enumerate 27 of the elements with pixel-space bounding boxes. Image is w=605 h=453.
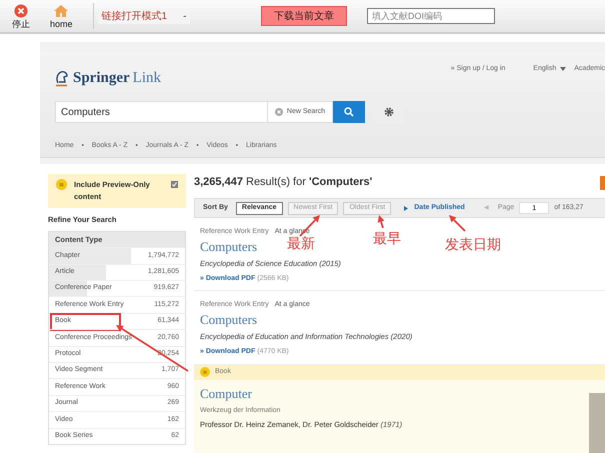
download-button[interactable]: 下载当前文章 xyxy=(261,6,347,26)
annotation-label: 最早 xyxy=(373,232,401,246)
result-title-link[interactable]: Computers xyxy=(200,312,258,328)
search-field[interactable]: Computers xyxy=(55,101,268,123)
caret-icon: - xyxy=(183,8,186,24)
result-title-link[interactable]: Computers xyxy=(200,238,258,254)
checkbox[interactable] xyxy=(171,181,178,188)
logo-text[interactable]: Springer Link xyxy=(73,71,162,86)
annotation-label: 最新 xyxy=(287,237,315,251)
result-title-link[interactable]: Computer xyxy=(200,386,605,402)
annotation-label: 发表日期 xyxy=(445,238,501,252)
caret-icon xyxy=(560,67,566,72)
search-button[interactable] xyxy=(333,101,365,123)
clear-icon xyxy=(274,108,283,116)
mode-select[interactable]: 链接打开模式1 - xyxy=(98,8,190,24)
annotation-arrow xyxy=(449,215,466,232)
doi-input-field[interactable]: 填入文献DOI编码 xyxy=(367,8,495,24)
stop-icon xyxy=(14,4,28,18)
home-icon xyxy=(53,4,70,18)
toolbar-button[interactable]: home xyxy=(46,4,77,28)
horse-logo-icon xyxy=(55,70,69,87)
result-count: 3,265,447 Result(s) for 'Computers' xyxy=(194,175,372,190)
triangle-icon xyxy=(404,206,408,210)
annotation-arrow xyxy=(378,215,384,228)
toolbar-button[interactable]: 停止 xyxy=(8,4,34,28)
search-icon xyxy=(344,107,354,117)
settings-icon xyxy=(384,107,394,117)
